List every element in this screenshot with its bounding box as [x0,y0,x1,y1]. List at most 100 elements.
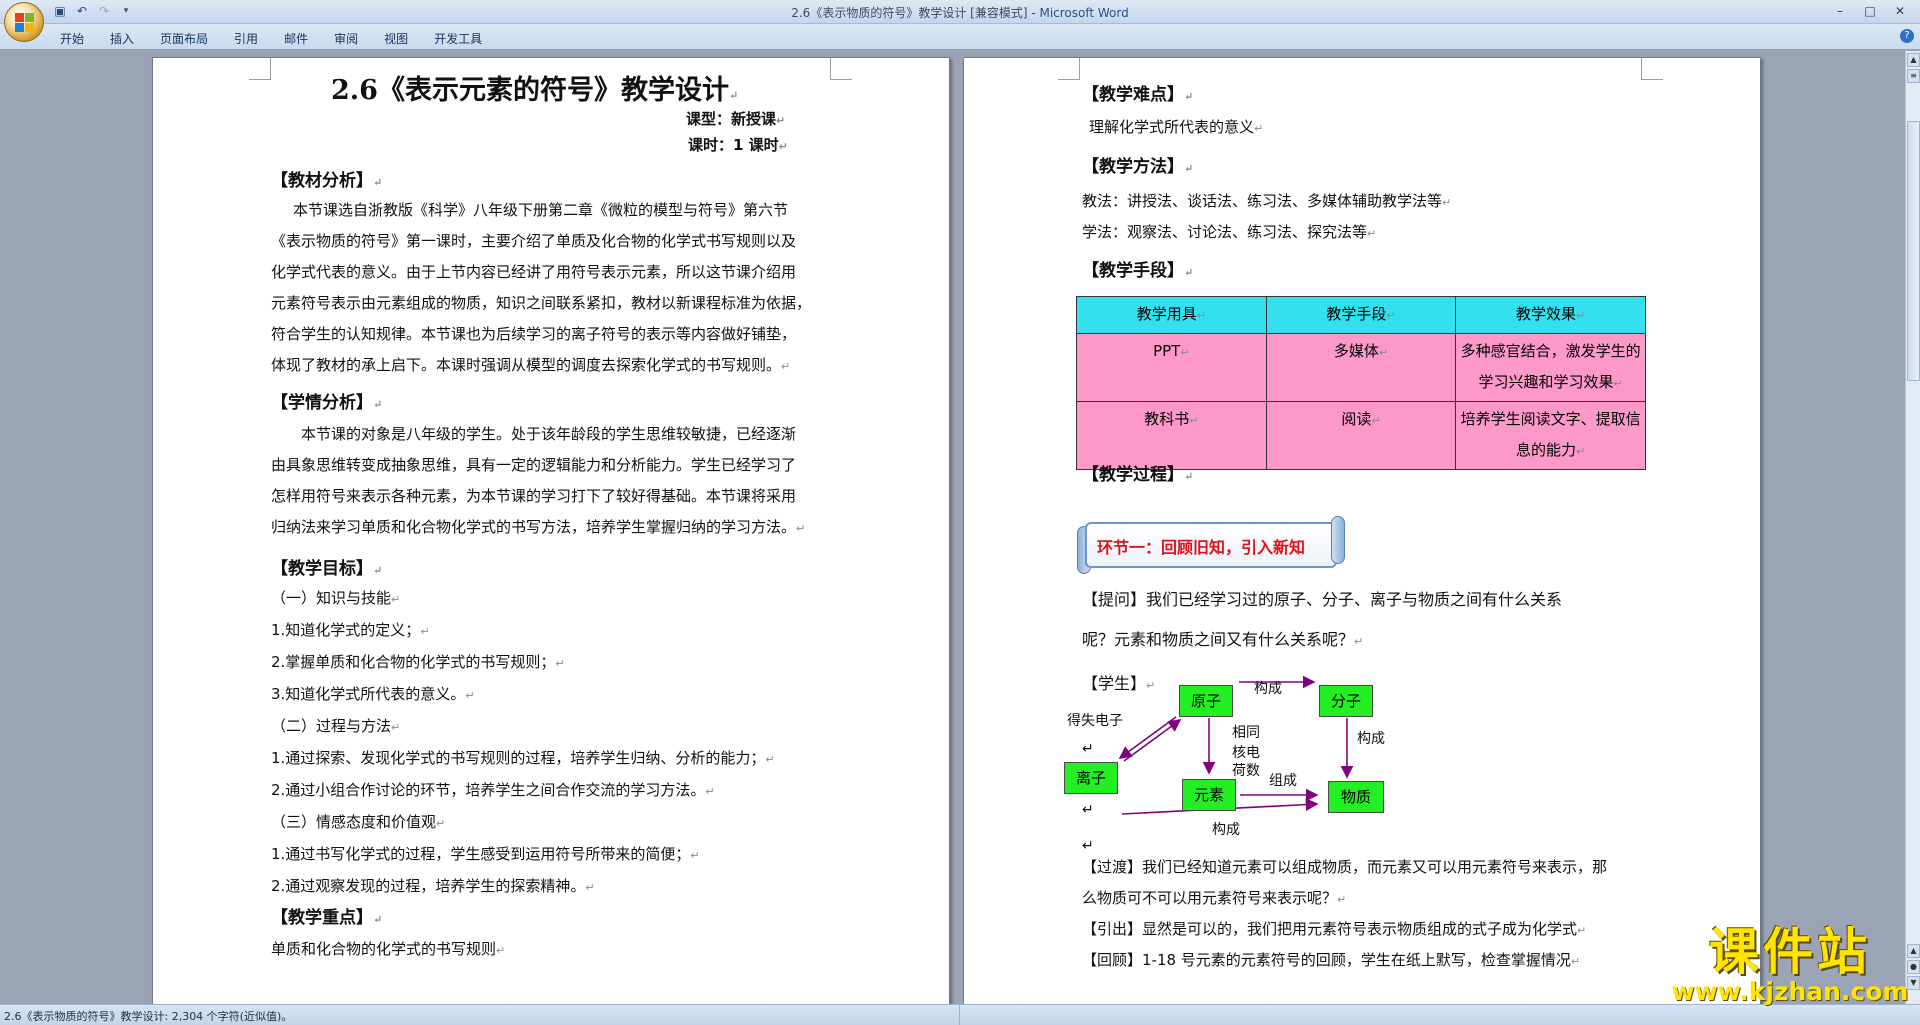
goal-line: 1.通过探索、发现化学式的书写规则的过程，培养学生归纳、分析的能力；↵ [271,749,775,767]
page-right[interactable]: 【教学难点】↵ 理解化学式所代表的意义↵ 【教学方法】↵ 教法：讲授法、谈话法、… [963,57,1761,1004]
transition-line-2-text: 么物质可不可以用元素符号来表示呢？ [1082,889,1338,907]
scroll-up-icon[interactable]: ▲ [1907,53,1920,67]
p2-line: 由具象思维转变成抽象思维，具有一定的逻辑能力和分析能力。学生已经学习了 [271,456,797,474]
heading-teaching-goals: 【教学目标】↵ [271,559,383,579]
watermark-url: www.kjzhan.com [1671,977,1909,1006]
close-icon[interactable]: ✕ [1886,3,1914,21]
tab-mailings[interactable]: 邮件 [284,30,308,47]
node-atom: 原子 [1179,685,1233,717]
label-constitute-right: 构成 [1357,731,1385,747]
goal-line: 1.通过书写化学式的过程，学生感受到运用符号所带来的简便；↵ [271,845,700,863]
maximize-icon[interactable]: □ [1856,3,1884,21]
arrow-atom-ion [1118,716,1177,759]
lead-line: 【引出】显然是可以的，我们把用元素符号表示物质组成的式子成为化学式↵ [1082,920,1587,938]
concept-diagram: 原子 分子 离子 元素 物质 得失电子 构成 构成 相同 核电 荷数 组成 构成… [964,58,1760,958]
para-mark: ↵ [1082,802,1094,818]
list-teaching-goals: （一）知识与技能↵ 1.知道化学式的定义；↵ 2.掌握单质和化合物的化学式的书写… [271,583,775,903]
heading-key-points: 【教学重点】↵ [271,908,383,928]
p1-line: 体现了教材的承上启下。本课时强调从模型的调度去探索化学式的书写规则。↵ [271,356,791,374]
watermark-cn: 课件站 [1709,923,1871,981]
goal-line: 2.通过小组合作讨论的环节，培养学生之间合作交流的学习方法。↵ [271,781,715,799]
tab-developer[interactable]: 开发工具 [434,30,482,47]
p1-line: 符合学生的认知规律。本节课也为后续学习的离子符号的表示等内容做好铺垫， [271,325,797,343]
transition-line-1-text: 【过渡】我们已经知道元素可以组成物质，而元素又可以用元素符号来表示，那 [1082,858,1608,876]
paragraph-textbook-analysis: 本节课选自浙教版《科学》八年级下册第二章《微粒的模型与符号》第六节 《表示物质的… [271,195,811,382]
node-substance: 物质 [1328,781,1384,813]
window-title-doc: 2.6《表示物质的符号》教学设计 [兼容模式] - [791,6,1040,20]
paragraph-student-analysis: 本节课的对象是八年级的学生。处于该年龄段的学生思维较敏捷，已经逐渐 由具象思维转… [271,419,805,544]
label-compose: 组成 [1269,773,1297,789]
margin-corner-tl [249,58,271,80]
minimize-icon[interactable]: – [1826,3,1854,21]
p1-line: 《表示物质的符号》第一课时，主要介绍了单质及化合物的化学式书写规则以及 [271,232,797,250]
status-split [959,1004,960,1025]
heading-student-analysis-text: 【学情分析】 [271,393,373,413]
vertical-scrollbar[interactable]: ▲ ≡ ▲ ● ▼ [1905,51,1920,1004]
p1-line: 元素符号表示由元素组成的物质，知识之间联系紧扣，教材以新课程标准为依据， [271,294,812,312]
label-gain-lose: 得失电子 [1067,713,1123,729]
scrollbar-thumb[interactable] [1907,121,1920,381]
lesson-type-text: 课型：新授课 [686,110,777,128]
tab-view[interactable]: 视图 [384,30,408,47]
document-title-text: 2.6《表示元素的符号》教学设计 [331,75,729,106]
label-same-charge-2: 核电 [1232,745,1260,761]
office-button[interactable] [4,2,44,42]
window-title: 2.6《表示物质的符号》教学设计 [兼容模式] - Microsoft Word [0,4,1920,21]
goal-line: （三）情感态度和价值观↵ [271,813,446,831]
goal-line: （一）知识与技能↵ [271,589,401,607]
ribbon-tabs: 开始 插入 页面布局 引用 邮件 审阅 视图 开发工具 [60,30,508,47]
heading-teaching-goals-text: 【教学目标】 [271,559,373,579]
tab-page-layout[interactable]: 页面布局 [160,30,208,47]
node-element: 元素 [1182,779,1236,811]
node-ion: 离子 [1064,762,1118,794]
key-points-value: 单质和化合物的化学式的书写规则 [271,940,497,958]
tab-home[interactable]: 开始 [60,30,84,47]
heading-student-analysis: 【学情分析】↵ [271,393,383,413]
label-constitute-top: 构成 [1254,681,1282,697]
goal-line: 2.通过观察发现的过程，培养学生的探索精神。↵ [271,877,595,895]
window-controls: – □ ✕ [1826,3,1914,21]
lead-line-text: 【引出】显然是可以的，我们把用元素符号表示物质组成的式子成为化学式 [1082,920,1578,938]
title-bar: ▣ ↶ ↷ ▾ 2.6《表示物质的符号》教学设计 [兼容模式] - Micros… [0,0,1920,42]
p2-line: 本节课的对象是八年级的学生。处于该年龄段的学生思维较敏捷，已经逐渐 [301,425,797,443]
diagram-arrows [1118,675,1354,815]
goal-line: 3.知道化学式所代表的意义。↵ [271,685,475,703]
key-points-text: 单质和化合物的化学式的书写规则↵ [271,940,506,958]
transition-line-1: 【过渡】我们已经知道元素可以组成物质，而元素又可以用元素符号来表示，那 [1082,856,1607,877]
heading-key-points-text: 【教学重点】 [271,908,373,928]
lesson-type: 课型：新授课↵ [686,110,786,128]
site-watermark: 课件站 www.kjzhan.com [1665,925,1915,1005]
office-logo-icon [15,13,35,33]
goal-line: 2.掌握单质和化合物的化学式的书写规则；↵ [271,653,565,671]
review-line: 【回顾】1-18 号元素的元素符号的回顾，学生在纸上默写，检查掌握情况↵ [1082,951,1581,969]
page-left[interactable]: 2.6《表示元素的符号》教学设计↵ 课型：新授课↵ 课时：1 课时↵ 【教材分析… [152,57,950,1004]
margin-corner-tr [830,58,852,80]
p1-line: 化学式代表的意义。由于上节内容已经讲了用符号表示元素，所以这节课介绍用 [271,263,797,281]
para-mark: ↵ [1082,741,1094,757]
transition-line-2: 么物质可不可以用元素符号来表示呢？↵ [1082,889,1347,907]
para-mark: ↵ [1082,838,1094,854]
arrow-ion-atom [1123,719,1182,762]
window-title-app: Microsoft Word [1039,6,1129,20]
goal-line: （二）过程与方法↵ [271,717,401,735]
p2-line: 归纳法来学习单质和化合物化学式的书写方法，培养学生掌握归纳的学习方法。↵ [271,518,806,536]
ribbon: 开始 插入 页面布局 引用 邮件 审阅 视图 开发工具 ? [0,24,1920,50]
label-same-charge-1: 相同 [1232,725,1260,741]
help-icon[interactable]: ? [1900,29,1914,43]
tab-review[interactable]: 审阅 [334,30,358,47]
document-title: 2.6《表示元素的符号》教学设计↵ [331,75,739,106]
heading-textbook-analysis: 【教材分析】↵ [271,171,383,191]
document-workspace[interactable]: 2.6《表示元素的符号》教学设计↵ 课型：新授课↵ 课时：1 课时↵ 【教材分析… [0,51,1905,1004]
status-text: 2.6《表示物质的符号》教学设计: 2,304 个字符(近似值)。 [4,1010,293,1023]
p2-line: 怎样用符号来表示各种元素，为本节课的学习打下了较好得基础。本节课将采用 [271,487,797,505]
tab-insert[interactable]: 插入 [110,30,134,47]
label-same-charge-3: 荷数 [1232,763,1260,779]
lesson-hours-text: 课时：1 课时 [688,136,779,154]
lesson-hours: 课时：1 课时↵ [688,136,788,154]
node-molecule: 分子 [1319,685,1373,717]
heading-textbook-analysis-text: 【教材分析】 [271,171,373,191]
tab-references[interactable]: 引用 [234,30,258,47]
review-line-text: 【回顾】1-18 号元素的元素符号的回顾，学生在纸上默写，检查掌握情况 [1082,951,1571,969]
ruler-toggle-icon[interactable]: ≡ [1907,69,1920,83]
p1-line: 本节课选自浙教版《科学》八年级下册第二章《微粒的模型与符号》第六节 [293,201,789,219]
